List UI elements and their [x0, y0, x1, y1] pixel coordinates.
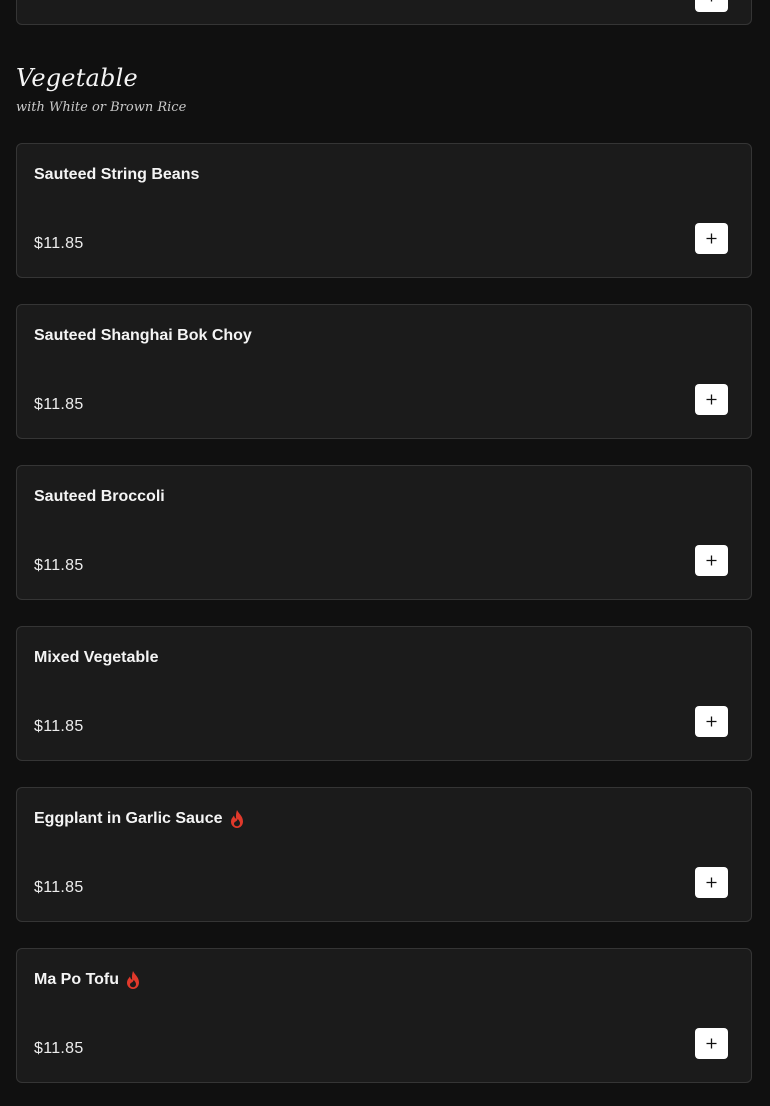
menu-item-name: Sauteed String Beans	[34, 166, 200, 183]
plus-icon	[706, 555, 717, 566]
add-to-cart-button[interactable]	[695, 545, 728, 576]
previous-menu-item-card	[16, 0, 752, 25]
section-subtitle: with White or Brown Rice	[16, 100, 187, 115]
menu-item-card[interactable]: Mixed Vegetable $11.85	[16, 626, 752, 761]
plus-icon	[706, 1038, 717, 1049]
flame-icon	[127, 971, 140, 989]
plus-icon	[706, 394, 717, 405]
menu-item-name: Sauteed Shanghai Bok Choy	[34, 327, 252, 344]
previous-item-add-button[interactable]	[695, 0, 728, 12]
flame-icon	[230, 810, 243, 828]
menu-item-price: $11.85	[34, 718, 84, 735]
menu-item-price: $11.85	[34, 1040, 84, 1057]
add-to-cart-button[interactable]	[695, 867, 728, 898]
menu-item-name: Ma Po Tofu	[34, 971, 120, 988]
menu-item-name-row: Sauteed Shanghai Bok Choy	[34, 325, 252, 347]
plus-icon	[706, 716, 717, 727]
menu-item-name: Eggplant in Garlic Sauce	[34, 810, 223, 827]
menu-item-card[interactable]: Sauteed Broccoli $11.85	[16, 465, 752, 600]
menu-item-name-row: Sauteed Broccoli	[34, 486, 165, 508]
menu-item-price: $11.85	[34, 235, 84, 252]
menu-item-name: Mixed Vegetable	[34, 649, 159, 666]
plus-icon	[710, 0, 713, 2]
menu-section-header: Vegetable with White or Brown Rice	[16, 60, 752, 120]
menu-item-name-row: Ma Po Tofu	[34, 969, 141, 991]
menu-item-price: $11.85	[34, 557, 84, 574]
menu-item-price: $11.85	[34, 879, 84, 896]
menu-item-name-row: Sauteed String Beans	[34, 164, 199, 186]
plus-icon	[706, 877, 717, 888]
add-to-cart-button[interactable]	[695, 706, 728, 737]
menu-item-name-row: Eggplant in Garlic Sauce	[34, 808, 245, 830]
menu-item-card[interactable]: Sauteed String Beans $11.85	[16, 143, 752, 278]
add-to-cart-button[interactable]	[695, 223, 728, 254]
menu-item-name: Sauteed Broccoli	[34, 488, 165, 505]
plus-icon	[706, 233, 717, 244]
menu-item-card[interactable]: Sauteed Shanghai Bok Choy $11.85	[16, 304, 752, 439]
menu-item-price: $11.85	[34, 396, 84, 413]
add-to-cart-button[interactable]	[695, 384, 728, 415]
menu-item-card[interactable]: Ma Po Tofu $11.85	[16, 948, 752, 1083]
section-title: Vegetable	[16, 64, 138, 92]
menu-item-name-row: Mixed Vegetable	[34, 647, 159, 669]
menu-item-card[interactable]: Eggplant in Garlic Sauce $11.85	[16, 787, 752, 922]
add-to-cart-button[interactable]	[695, 1028, 728, 1059]
